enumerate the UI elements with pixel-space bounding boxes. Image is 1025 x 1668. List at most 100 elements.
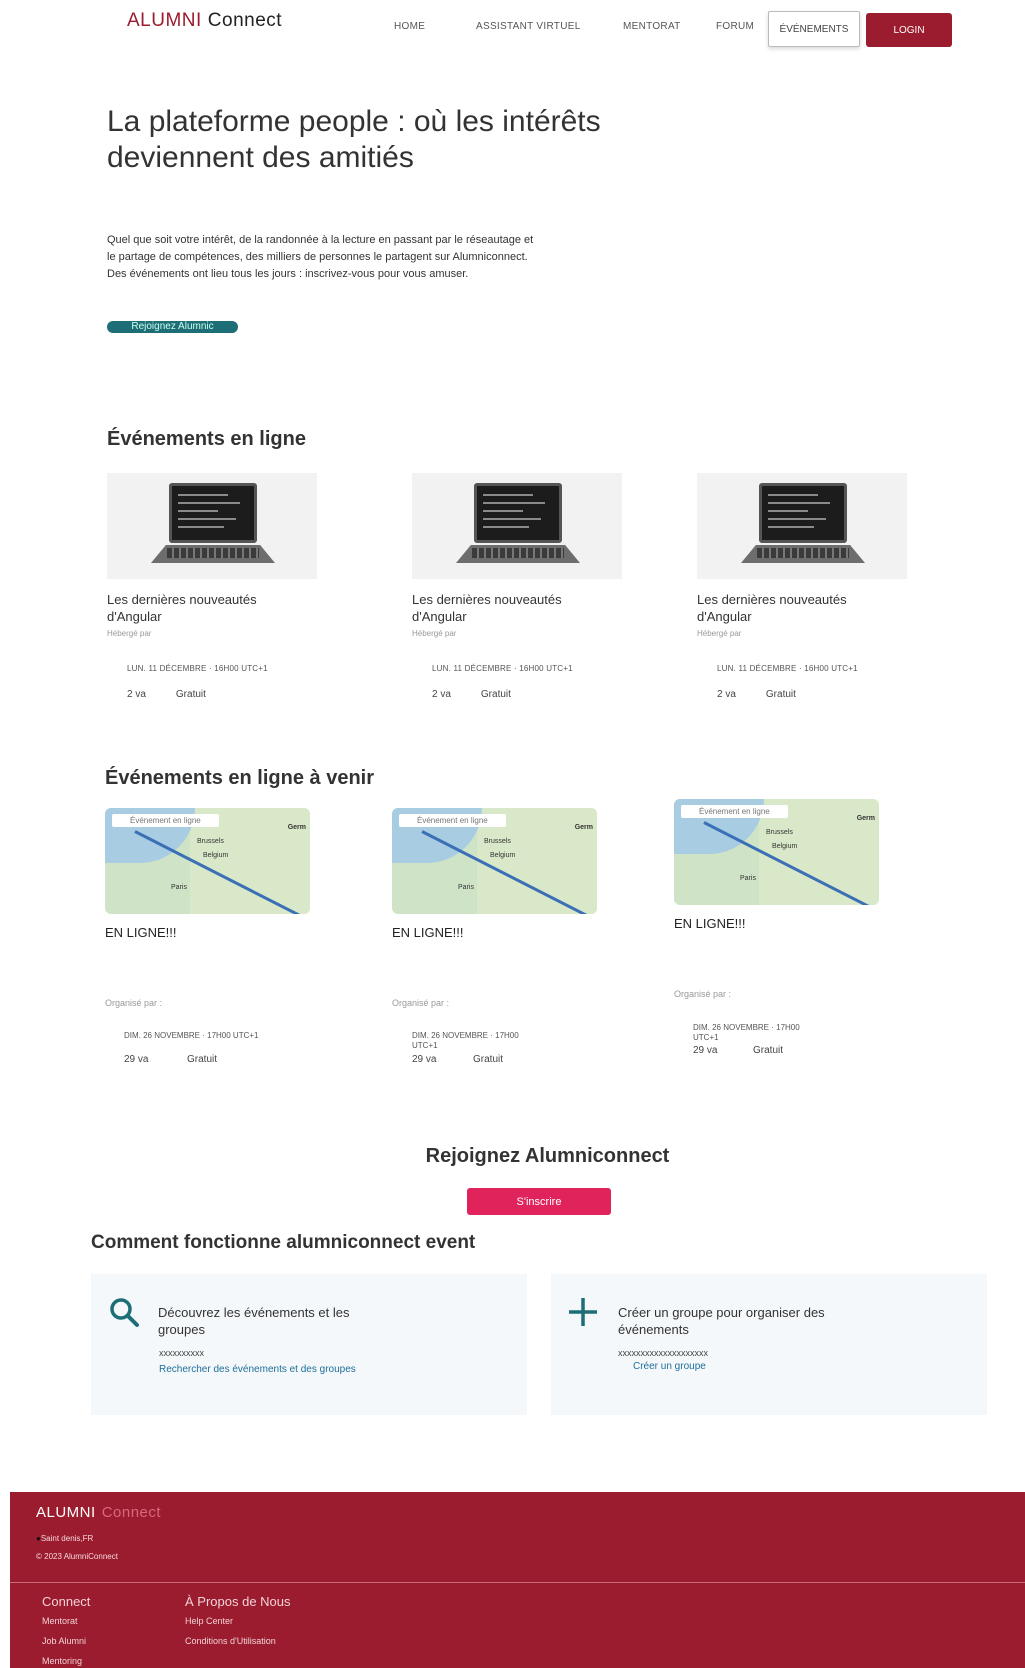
- event-map-thumbnail[interactable]: Événement en ligne Germ Belgium Brussels…: [674, 799, 879, 905]
- hero-description-line: Des événements ont lieu tous les jours :…: [107, 268, 469, 280]
- event-organizer: Organisé par :: [674, 989, 732, 999]
- nav-assistant[interactable]: ASSISTANT VIRTUEL: [476, 21, 581, 32]
- event-attendees: 2 va: [717, 689, 736, 700]
- how-card-heading: Créer un groupe pour organiser des événe…: [618, 1304, 825, 1338]
- hero-description-line: Quel que soit votre intérêt, de la rando…: [107, 234, 534, 246]
- event-title[interactable]: Les dernières nouveautés d'Angular: [412, 591, 572, 625]
- login-button[interactable]: LOGIN: [866, 13, 952, 47]
- upcoming-events-title: Événements en ligne à venir: [105, 767, 374, 789]
- footer-divider: [10, 1582, 1025, 1583]
- logo-connect: Connect: [207, 10, 283, 31]
- online-event-tag: Événement en ligne: [681, 805, 788, 818]
- laptop-icon: [169, 483, 257, 543]
- event-date: LUN. 11 DÉCEMBRE · 16H00 UTC+1: [127, 664, 268, 673]
- footer-location-text: Saint denis,FR: [40, 1534, 94, 1543]
- event-map-thumbnail[interactable]: Événement en ligne Germ Belgium Brussels…: [105, 808, 310, 914]
- how-card-heading-line: Créer un groupe pour organiser des: [618, 1305, 825, 1320]
- event-host: Hébergé par: [107, 629, 152, 638]
- how-card-heading: Découvrez les événements et les groupes: [158, 1304, 349, 1338]
- footer-link[interactable]: Help Center: [185, 1616, 233, 1626]
- footer-link[interactable]: Job Alumni: [42, 1636, 86, 1646]
- map-label: Belgium: [490, 852, 516, 859]
- site-logo[interactable]: ALUMNI Connect: [127, 10, 282, 32]
- map-label: Paris: [458, 884, 474, 891]
- event-date: LUN. 11 DÉCEMBRE · 16H00 UTC+1: [717, 664, 858, 673]
- map-label: Paris: [171, 884, 187, 891]
- footer-link[interactable]: Conditions d'Utilisation: [185, 1636, 276, 1646]
- map-label: Germ: [287, 824, 306, 831]
- search-events-link[interactable]: Rechercher des événements et des groupes: [159, 1364, 356, 1375]
- map-label: Germ: [574, 824, 593, 831]
- upcoming-event-title[interactable]: EN LIGNE!!!: [392, 925, 464, 940]
- footer-logo[interactable]: ALUMNI Connect: [36, 1504, 161, 1521]
- nav-events[interactable]: ÉVÉNEMENTS: [768, 11, 860, 47]
- nav-forum[interactable]: FORUM: [716, 21, 754, 32]
- map-label: Belgium: [772, 843, 798, 850]
- event-date: DIM. 26 NOVEMBRE · 17H00 UTC+1: [124, 1031, 258, 1041]
- event-card[interactable]: Les dernières nouveautés d'Angular Héber…: [697, 473, 907, 700]
- event-card[interactable]: Les dernières nouveautés d'Angular Héber…: [107, 473, 317, 700]
- join-hero-button[interactable]: Rejoignez Alumnic: [107, 321, 238, 333]
- nav-home[interactable]: HOME: [394, 21, 425, 32]
- footer-col-connect-title: Connect: [42, 1594, 91, 1609]
- footer-link[interactable]: Mentoring: [42, 1656, 82, 1666]
- event-organizer: Organisé par :: [105, 998, 163, 1008]
- event-price: Gratuit: [753, 1045, 784, 1056]
- event-attendees: 29 va: [412, 1054, 437, 1065]
- map-label: Belgium: [203, 852, 229, 859]
- event-title[interactable]: Les dernières nouveautés d'Angular: [107, 591, 267, 625]
- event-price: Gratuit: [765, 689, 796, 700]
- event-card[interactable]: Les dernières nouveautés d'Angular Héber…: [412, 473, 622, 700]
- how-card-heading-line: groupes: [158, 1322, 205, 1337]
- event-host: Hébergé par: [412, 629, 457, 638]
- upcoming-event-title[interactable]: EN LIGNE!!!: [674, 916, 746, 931]
- footer-location: ●Saint denis,FR: [36, 1534, 93, 1543]
- footer-logo-connect: Connect: [101, 1504, 162, 1521]
- event-date-line: DIM. 26 NOVEMBRE · 17H00 UTC+1: [124, 1031, 259, 1040]
- online-events-title: Événements en ligne: [107, 428, 306, 450]
- upcoming-event-title[interactable]: EN LIGNE!!!: [105, 925, 177, 940]
- event-date: DIM. 26 NOVEMBRE · 17H00 UTC+1: [412, 1031, 519, 1051]
- event-date-line: UTC+1: [412, 1041, 438, 1050]
- how-card-placeholder: xxxxxxxxxx: [159, 1348, 204, 1358]
- hero-description-line: le partage de compétences, des milliers …: [107, 251, 528, 263]
- join-title: Rejoignez Alumniconnect: [425, 1145, 670, 1167]
- event-thumbnail: [412, 473, 622, 579]
- how-card-heading-line: Découvrez les événements et les: [158, 1305, 350, 1320]
- laptop-icon: [474, 483, 562, 543]
- event-organizer: Organisé par :: [392, 998, 450, 1008]
- event-attendees: 2 va: [127, 689, 146, 700]
- event-date: DIM. 26 NOVEMBRE · 17H00 UTC+1: [693, 1023, 800, 1043]
- event-price: Gratuit: [480, 689, 511, 700]
- event-attendees: 2 va: [432, 689, 451, 700]
- event-host: Hébergé par: [697, 629, 742, 638]
- how-card-discover: Découvrez les événements et les groupes …: [91, 1274, 527, 1415]
- create-group-link[interactable]: Créer un groupe: [633, 1361, 706, 1372]
- footer-link[interactable]: Mentorat: [42, 1616, 78, 1626]
- nav-mentorat[interactable]: MENTORAT: [623, 21, 681, 32]
- event-date-line: DIM. 26 NOVEMBRE · 17H00: [412, 1031, 519, 1040]
- event-map-thumbnail[interactable]: Événement en ligne Germ Belgium Brussels…: [392, 808, 597, 914]
- online-event-tag: Événement en ligne: [112, 814, 219, 827]
- logo-alumni: ALUMNI: [127, 10, 202, 31]
- signup-button[interactable]: S'inscrire: [467, 1188, 611, 1215]
- event-attendees: 29 va: [693, 1045, 718, 1056]
- map-label: Brussels: [197, 838, 224, 845]
- laptop-icon: [759, 483, 847, 543]
- event-price: Gratuit: [175, 689, 206, 700]
- event-date: LUN. 11 DÉCEMBRE · 16H00 UTC+1: [432, 664, 573, 673]
- search-icon: [110, 1298, 139, 1327]
- event-thumbnail: [107, 473, 317, 579]
- map-label: Brussels: [484, 838, 511, 845]
- event-date-line: UTC+1: [693, 1033, 719, 1042]
- hero-description: Quel que soit votre intérêt, de la rando…: [107, 232, 587, 283]
- how-it-works-title: Comment fonctionne alumniconnect event: [91, 1232, 476, 1253]
- event-title[interactable]: Les dernières nouveautés d'Angular: [697, 591, 857, 625]
- footer-col-about-title: À Propos de Nous: [185, 1594, 291, 1609]
- map-label: Paris: [740, 875, 756, 882]
- hero-title: La plateforme people : où les intérêts d…: [107, 105, 601, 174]
- plus-icon: [569, 1298, 597, 1326]
- event-date-line: DIM. 26 NOVEMBRE · 17H00: [693, 1023, 800, 1032]
- map-label: Brussels: [766, 829, 793, 836]
- footer: ALUMNI Connect ●Saint denis,FR © 2023 Alu…: [10, 1492, 1025, 1668]
